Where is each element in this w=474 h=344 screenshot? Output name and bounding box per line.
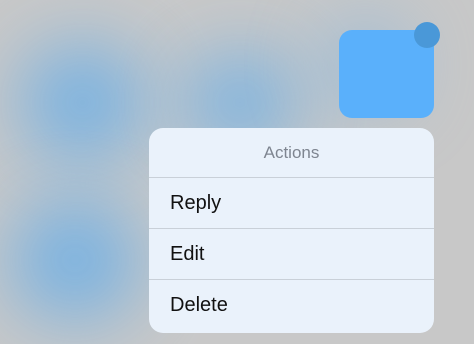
menu-title: Actions [149, 128, 434, 178]
actions-context-menu: Actions Reply Edit Delete [149, 128, 434, 333]
blurred-app-icon [10, 200, 140, 320]
reply-menu-item[interactable]: Reply [149, 178, 434, 229]
notification-badge [414, 22, 440, 48]
edit-menu-item[interactable]: Edit [149, 229, 434, 280]
blurred-app-icon [20, 45, 145, 160]
delete-menu-item[interactable]: Delete [149, 280, 434, 331]
